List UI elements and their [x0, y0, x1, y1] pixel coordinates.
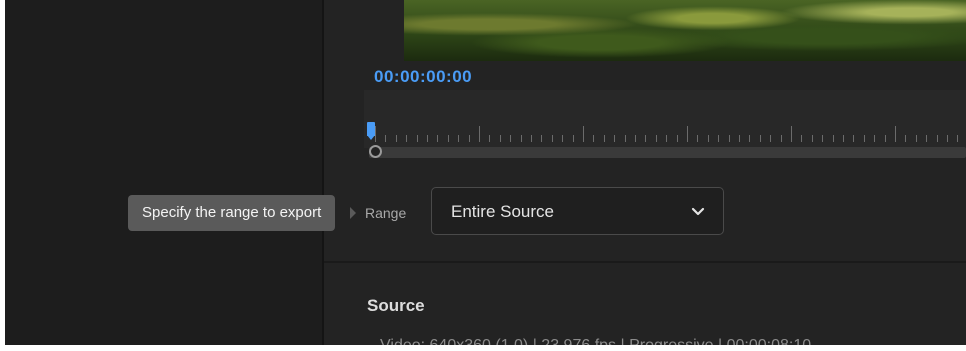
- ruler-tick: [520, 135, 522, 142]
- ruler-tick: [853, 135, 855, 142]
- ruler-tick: [479, 126, 480, 142]
- ruler-tick: [541, 135, 543, 142]
- ruler-tick: [375, 126, 376, 142]
- ruler-tick: [458, 135, 460, 142]
- ruler-tick: [926, 135, 928, 142]
- ruler-tick: [385, 135, 387, 142]
- range-start-handle[interactable]: [369, 145, 382, 158]
- ruler-tick: [822, 135, 824, 142]
- ruler-tick: [947, 135, 948, 142]
- chevron-down-icon: [691, 207, 705, 216]
- ruler-tick: [551, 135, 553, 142]
- ruler-tick: [489, 135, 491, 142]
- tooltip-arrow: [350, 207, 356, 219]
- ruler-tick: [562, 135, 564, 142]
- ruler-tick: [697, 135, 699, 142]
- playhead-icon[interactable]: [367, 122, 375, 136]
- left-panel: [5, 0, 322, 345]
- ruler-tick: [780, 135, 782, 142]
- ruler-tick: [728, 135, 730, 142]
- ruler-tick: [884, 135, 886, 142]
- ruler-tick: [905, 135, 907, 142]
- ruler-tick: [759, 135, 761, 142]
- ruler-tick: [843, 135, 844, 142]
- ruler-tick: [468, 135, 470, 142]
- playhead-tip: [367, 135, 375, 140]
- export-settings-panel: 00:00:00:00 Range Entire Source Source V…: [5, 0, 966, 345]
- ruler-tick: [718, 135, 720, 142]
- range-dropdown-value: Entire Source: [451, 202, 554, 221]
- ruler-tick: [749, 135, 751, 142]
- main-panel: 00:00:00:00 Range Entire Source Source V…: [324, 0, 966, 345]
- ruler-tick: [707, 135, 709, 142]
- ruler-tick: [406, 135, 408, 142]
- ruler-tick: [770, 135, 772, 142]
- range-label: Range: [365, 205, 407, 221]
- ruler-tick: [832, 135, 834, 142]
- ruler-tick: [635, 135, 636, 142]
- ruler-tick: [811, 135, 813, 142]
- ruler-tick: [395, 135, 397, 142]
- timecode-display[interactable]: 00:00:00:00: [374, 67, 472, 87]
- ruler-tick: [531, 135, 532, 142]
- ruler-tick: [510, 135, 512, 142]
- ruler-tick: [957, 135, 959, 142]
- ruler-tick: [801, 135, 803, 142]
- ruler-tick: [614, 135, 616, 142]
- range-dropdown[interactable]: Entire Source: [431, 187, 724, 235]
- section-divider: [324, 261, 966, 263]
- ruler-tick: [676, 135, 678, 142]
- ruler-tick: [915, 135, 917, 142]
- ruler-tick: [437, 135, 439, 142]
- ruler-tick: [583, 126, 584, 142]
- ruler-tick: [624, 135, 626, 142]
- ruler-tick: [572, 135, 574, 142]
- ruler-tick: [427, 135, 428, 142]
- ruler-tick: [593, 135, 595, 142]
- ruler-tick: [687, 126, 688, 142]
- ruler-tick: [499, 135, 501, 142]
- ruler-tick: [416, 135, 418, 142]
- range-tooltip: Specify the range to export: [128, 195, 336, 231]
- video-preview-thumbnail: [404, 0, 966, 61]
- source-section-title[interactable]: Source: [367, 296, 425, 316]
- ruler-tick: [666, 135, 668, 142]
- ruler-tick: [447, 135, 449, 142]
- ruler-tick: [936, 135, 938, 142]
- timeline-track[interactable]: [369, 147, 966, 158]
- ruler-tick: [863, 135, 865, 142]
- ruler-tick: [874, 135, 876, 142]
- ruler-tick: [603, 135, 605, 142]
- ruler-tick: [655, 135, 657, 142]
- ruler-tick: [895, 126, 896, 142]
- ruler-tick: [645, 135, 647, 142]
- ruler-tick: [791, 126, 792, 142]
- ruler-tick: [739, 135, 740, 142]
- timeline-ruler[interactable]: [375, 126, 966, 144]
- source-info-text: Video: 640x360 (1.0) | 23.976 fps | Prog…: [380, 337, 811, 345]
